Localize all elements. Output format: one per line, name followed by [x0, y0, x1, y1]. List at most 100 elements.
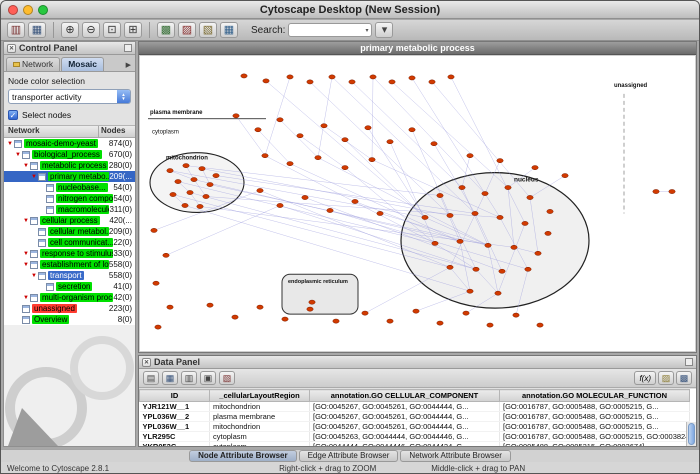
graph-node[interactable]: [277, 118, 283, 122]
graph-node[interactable]: [389, 80, 395, 84]
graph-node[interactable]: [497, 215, 503, 219]
graph-node[interactable]: [207, 182, 213, 186]
graph-edge[interactable]: [280, 120, 318, 158]
graph-node[interactable]: [369, 158, 375, 162]
graph-node[interactable]: [463, 311, 469, 315]
graph-node[interactable]: [182, 203, 188, 207]
graph-node[interactable]: [282, 317, 288, 321]
graph-node[interactable]: [307, 307, 313, 311]
create-network-view-icon[interactable]: ▩: [157, 22, 175, 38]
tree-item-transport[interactable]: ▼transport558(0): [4, 270, 135, 281]
zoom-fit-icon[interactable]: ⊞: [124, 22, 142, 38]
expander-icon[interactable]: ▼: [6, 141, 14, 147]
tab-scroll-right-icon[interactable]: ▶: [126, 61, 133, 71]
graph-node[interactable]: [233, 114, 239, 118]
tree-item-cell-communicat[interactable]: cell communicat...22(0): [4, 237, 135, 248]
graph-node[interactable]: [545, 231, 551, 235]
graph-node[interactable]: [315, 156, 321, 160]
tree-item-nucleobase[interactable]: nucleobase...54(0): [4, 182, 135, 193]
expander-icon[interactable]: ▼: [22, 218, 30, 224]
graph-node[interactable]: [213, 174, 219, 178]
destroy-network-view-icon[interactable]: ▨: [178, 22, 196, 38]
create-attribute-icon[interactable]: ▦: [162, 371, 178, 385]
minimize-window-button[interactable]: [23, 5, 33, 15]
graph-node[interactable]: [429, 80, 435, 84]
graph-edge[interactable]: [345, 140, 425, 218]
tree-item-multi-organism-proc[interactable]: ▼multi-organism proc...42(0): [4, 292, 135, 303]
graph-node[interactable]: [467, 289, 473, 293]
graph-edge[interactable]: [265, 156, 435, 244]
tree-item-primary-metabo[interactable]: ▼primary metabo...209(...: [4, 171, 135, 182]
graph-edge[interactable]: [373, 77, 485, 194]
graph-node[interactable]: [485, 243, 491, 247]
graph-node[interactable]: [472, 211, 478, 215]
delete-attribute-icon[interactable]: ▧: [219, 371, 235, 385]
tree-item-mosaic-demo-yeast[interactable]: ▼mosaic-demo-yeast874(0): [4, 138, 135, 149]
expander-icon[interactable]: ▼: [22, 251, 30, 257]
table-scrollbar[interactable]: [686, 422, 696, 446]
graph-node[interactable]: [167, 305, 173, 309]
search-options-icon[interactable]: ▾: [375, 22, 393, 38]
graph-node[interactable]: [187, 190, 193, 194]
graph-node[interactable]: [669, 189, 675, 193]
graph-node[interactable]: [535, 251, 541, 255]
tree-item-biological-process[interactable]: ▼biological_process670(0): [4, 149, 135, 160]
search-input[interactable]: [292, 25, 365, 35]
expander-icon[interactable]: ▼: [22, 295, 30, 301]
graph-node[interactable]: [377, 211, 383, 215]
graph-node[interactable]: [511, 245, 517, 249]
graph-node[interactable]: [151, 228, 157, 232]
table-row[interactable]: YPL036W__1mitochondrion[GO:0045267, GO:0…: [140, 422, 690, 432]
node-color-dropdown[interactable]: transporter activity ▲▼: [8, 89, 131, 104]
annotation-icon[interactable]: ▦: [220, 22, 238, 38]
expander-icon[interactable]: ▼: [14, 152, 22, 158]
graph-node[interactable]: [277, 203, 283, 207]
table-row[interactable]: YJR121W__1mitochondrion[GO:0045267, GO:0…: [140, 402, 690, 412]
tree-item-secretion[interactable]: secretion41(0): [4, 281, 135, 292]
graph-edge[interactable]: [392, 82, 508, 188]
graph-node[interactable]: [241, 74, 247, 78]
graph-edge[interactable]: [236, 116, 265, 156]
graph-node[interactable]: [197, 204, 203, 208]
graph-node[interactable]: [257, 188, 263, 192]
close-window-button[interactable]: [8, 5, 18, 15]
tree-item-nitrogen-compo[interactable]: nitrogen compo...54(0): [4, 193, 135, 204]
graph-node[interactable]: [547, 209, 553, 213]
zoom-selected-region-icon[interactable]: ⊡: [103, 22, 121, 38]
open-attribute-file-icon[interactable]: ▨: [658, 371, 674, 385]
zoom-in-icon[interactable]: ⊕: [61, 22, 79, 38]
graph-node[interactable]: [527, 195, 533, 199]
tab-edge-attribute-browser[interactable]: Edge Attribute Browser: [299, 450, 399, 462]
graph-node[interactable]: [437, 321, 443, 325]
tree-item-macromolecule[interactable]: macromolecule...311(0): [4, 204, 135, 215]
graph-node[interactable]: [263, 79, 269, 83]
float-panel-icon[interactable]: [124, 44, 132, 52]
attribute-history-icon[interactable]: ▣: [200, 371, 216, 385]
graph-node[interactable]: [207, 303, 213, 307]
tree-header-network[interactable]: Network: [4, 126, 99, 137]
graph-node[interactable]: [321, 124, 327, 128]
graph-node[interactable]: [413, 309, 419, 313]
column-header-annotation-go-cellular-component[interactable]: annotation.GO CELLULAR_COMPONENT: [310, 390, 500, 402]
graph-node[interactable]: [309, 300, 315, 304]
graph-node[interactable]: [422, 215, 428, 219]
graph-node[interactable]: [497, 159, 503, 163]
graph-node[interactable]: [467, 154, 473, 158]
vizmapper-icon[interactable]: ▧: [199, 22, 217, 38]
tree-item-unassigned[interactable]: unassigned223(0): [4, 303, 135, 314]
graph-node[interactable]: [409, 76, 415, 80]
graph-node[interactable]: [365, 126, 371, 130]
close-panel-icon[interactable]: ✕: [7, 44, 16, 53]
graph-node[interactable]: [349, 80, 355, 84]
graph-node[interactable]: [448, 75, 454, 79]
graph-node[interactable]: [163, 253, 169, 257]
graph-node[interactable]: [191, 177, 197, 181]
column-header-cellularlayoutregion[interactable]: _cellularLayoutRegion: [210, 390, 310, 402]
tree-item-cellular-process[interactable]: ▼cellular process420(...: [4, 215, 135, 226]
graph-node[interactable]: [370, 75, 376, 79]
graph-node[interactable]: [432, 241, 438, 245]
graph-node[interactable]: [447, 265, 453, 269]
tree-item-metabolic-process[interactable]: ▼metabolic process280(0): [4, 160, 135, 171]
select-nodes-checkbox[interactable]: ✓: [8, 110, 18, 120]
graph-edge[interactable]: [368, 128, 425, 218]
